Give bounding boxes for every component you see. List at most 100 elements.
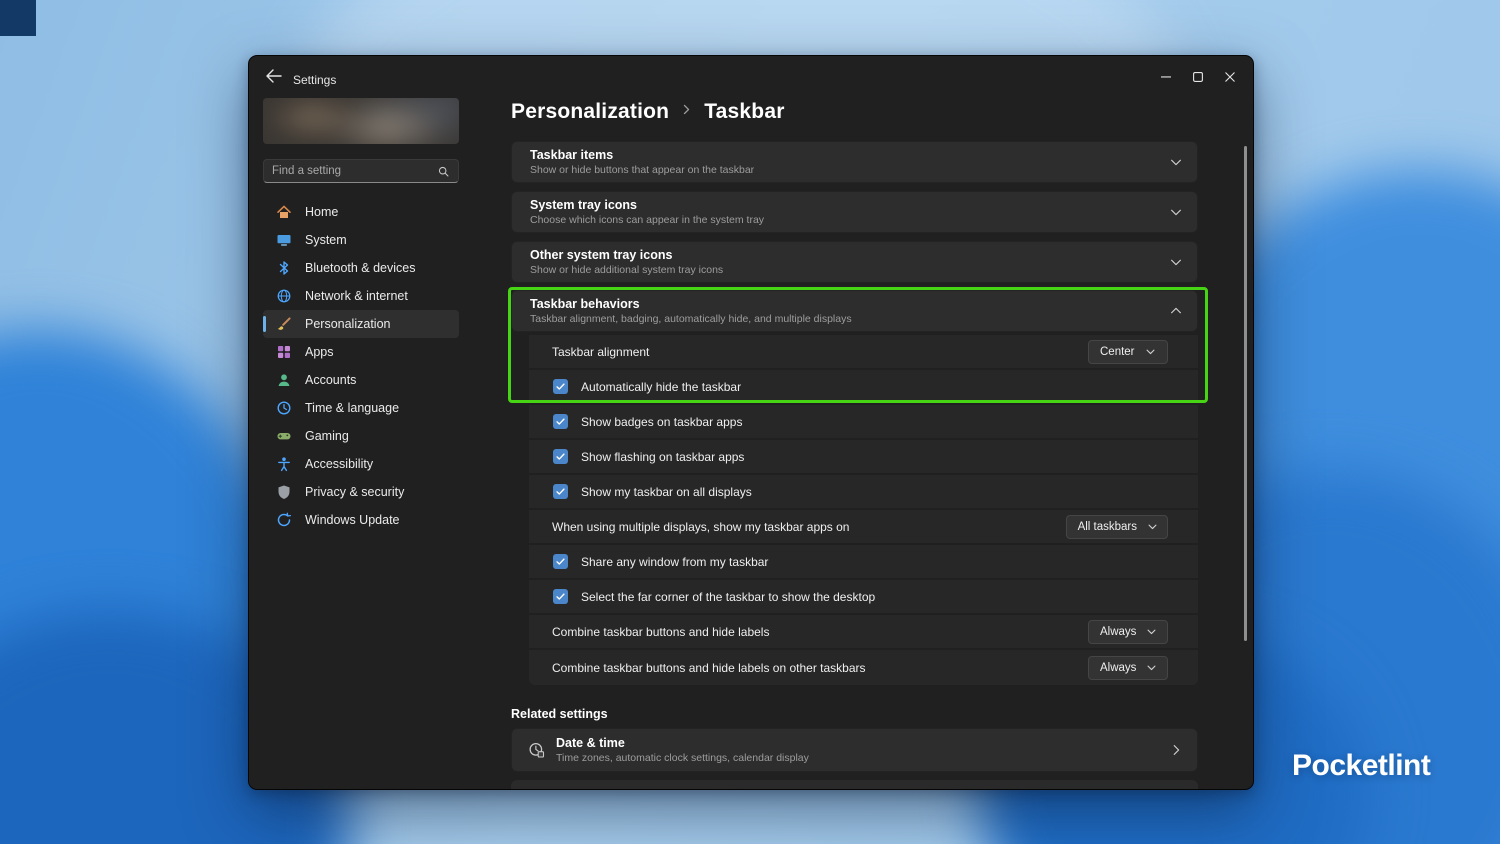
sidebar-item-label: Home — [305, 205, 339, 219]
sidebar-item-label: Apps — [305, 345, 334, 359]
setting-label: Show badges on taskbar apps — [581, 414, 743, 429]
dropdown-value: All taskbars — [1077, 520, 1137, 533]
scrollbar-thumb[interactable] — [1244, 146, 1247, 641]
settings-window: Settings Home — [248, 55, 1254, 790]
card-subtitle: Show or hide buttons that appear on the … — [530, 164, 755, 177]
checkbox-show-badges[interactable] — [553, 414, 568, 429]
dropdown-value: Always — [1100, 661, 1137, 674]
user-profile-blur — [263, 98, 459, 144]
card-subtitle: Taskbar alignment, badging, automaticall… — [530, 313, 852, 326]
sidebar-item-accessibility[interactable]: Accessibility — [263, 450, 459, 478]
sidebar-item-bluetooth-devices[interactable]: Bluetooth & devices — [263, 254, 459, 282]
chevron-down-icon — [1147, 629, 1156, 635]
setting-label: Combine taskbar buttons and hide labels … — [552, 660, 866, 675]
setting-label: Combine taskbar buttons and hide labels — [552, 624, 770, 639]
clock-icon — [276, 400, 292, 416]
card-title: Other system tray icons — [530, 247, 673, 262]
row-auto-hide-taskbar: Automatically hide the taskbar — [529, 370, 1198, 405]
checkmark-icon — [556, 488, 565, 495]
back-arrow-icon — [266, 69, 282, 83]
partial-next-card — [511, 780, 1198, 789]
card-system-tray-icons[interactable]: System tray icons Choose which icons can… — [511, 191, 1198, 233]
sidebar-item-apps[interactable]: Apps — [263, 338, 459, 366]
globe-icon — [276, 288, 292, 304]
search-icon — [437, 165, 450, 178]
back-button[interactable] — [263, 67, 285, 85]
setting-label: Share any window from my taskbar — [581, 554, 769, 569]
game-controller-icon — [276, 428, 292, 444]
card-taskbar-behaviors[interactable]: Taskbar behaviors Taskbar alignment, bad… — [511, 290, 1198, 332]
card-title: Date & time — [556, 735, 625, 750]
chevron-up-icon[interactable] — [1169, 304, 1183, 318]
sidebar-item-label: Accounts — [305, 373, 357, 387]
close-button[interactable] — [1214, 66, 1246, 88]
card-subtitle: Choose which icons can appear in the sys… — [530, 214, 765, 227]
window-title: Settings — [293, 73, 337, 87]
chevron-down-icon — [1146, 349, 1155, 355]
row-combine-buttons-other: Combine taskbar buttons and hide labels … — [529, 650, 1198, 685]
sidebar-nav: Home System Bluetooth & devices Network … — [263, 198, 459, 534]
sidebar-item-label: Gaming — [305, 429, 349, 443]
checkbox-auto-hide[interactable] — [553, 379, 568, 394]
person-icon — [276, 372, 292, 388]
sidebar-item-windows-update[interactable]: Windows Update — [263, 506, 459, 534]
chevron-right-icon — [680, 103, 693, 121]
sidebar-item-label: System — [305, 233, 347, 247]
sidebar-item-system[interactable]: System — [263, 226, 459, 254]
card-title: Taskbar behaviors — [530, 296, 640, 311]
main-content: Personalization Taskbar Taskbar items Sh… — [508, 56, 1208, 789]
checkbox-show-flashing[interactable] — [553, 449, 568, 464]
combine-buttons-dropdown[interactable]: Always — [1088, 619, 1168, 644]
combine-buttons-other-dropdown[interactable]: Always — [1088, 655, 1168, 680]
chevron-down-icon[interactable] — [1169, 205, 1183, 219]
update-arrows-icon — [276, 512, 292, 528]
card-other-system-tray-icons[interactable]: Other system tray icons Show or hide add… — [511, 241, 1198, 283]
wallpaper-corner-square — [0, 0, 36, 36]
user-profile[interactable] — [263, 98, 459, 144]
card-date-time[interactable]: Date & time Time zones, automatic clock … — [511, 728, 1198, 772]
close-icon — [1225, 72, 1235, 82]
sidebar-item-network-internet[interactable]: Network & internet — [263, 282, 459, 310]
sidebar-item-label: Personalization — [305, 317, 391, 331]
apps-grid-icon — [276, 344, 292, 360]
chevron-down-icon[interactable] — [1169, 255, 1183, 269]
card-taskbar-items[interactable]: Taskbar items Show or hide buttons that … — [511, 141, 1198, 183]
checkbox-share-window[interactable] — [553, 554, 568, 569]
setting-label: Automatically hide the taskbar — [581, 379, 742, 394]
related-settings-header: Related settings — [511, 707, 608, 721]
chevron-right-icon[interactable] — [1169, 743, 1183, 757]
row-show-badges: Show badges on taskbar apps — [529, 405, 1198, 440]
setting-label: When using multiple displays, show my ta… — [552, 519, 850, 534]
search-box — [263, 159, 459, 183]
sidebar-item-privacy-security[interactable]: Privacy & security — [263, 478, 459, 506]
checkbox-far-corner[interactable] — [553, 589, 568, 604]
checkmark-icon — [556, 383, 565, 390]
taskbar-behaviors-rows: Taskbar alignment Center Automatically h… — [529, 335, 1198, 685]
multiple-displays-dropdown[interactable]: All taskbars — [1065, 514, 1168, 539]
sidebar-item-time-language[interactable]: Time & language — [263, 394, 459, 422]
taskbar-alignment-dropdown[interactable]: Center — [1088, 339, 1168, 364]
sidebar-item-label: Time & language — [305, 401, 400, 415]
sidebar-item-accounts[interactable]: Accounts — [263, 366, 459, 394]
bluetooth-icon — [276, 260, 292, 276]
sidebar-item-gaming[interactable]: Gaming — [263, 422, 459, 450]
checkmark-icon — [556, 418, 565, 425]
dropdown-value: Center — [1100, 345, 1135, 358]
row-taskbar-all-displays: Show my taskbar on all displays — [529, 475, 1198, 510]
chevron-down-icon — [1148, 524, 1157, 530]
sidebar-item-label: Bluetooth & devices — [305, 261, 416, 275]
card-title: Taskbar items — [530, 147, 614, 162]
chevron-down-icon — [1147, 665, 1156, 671]
chevron-down-icon[interactable] — [1169, 155, 1183, 169]
sidebar-item-personalization[interactable]: Personalization — [263, 310, 459, 338]
row-taskbar-alignment: Taskbar alignment Center — [529, 335, 1198, 370]
personalization-brush-icon — [276, 316, 292, 332]
sidebar-item-label: Accessibility — [305, 457, 374, 471]
checkmark-icon — [556, 558, 565, 565]
setting-label: Select the far corner of the taskbar to … — [581, 589, 876, 604]
checkbox-all-displays[interactable] — [553, 484, 568, 499]
row-combine-buttons: Combine taskbar buttons and hide labels … — [529, 615, 1198, 650]
breadcrumb-parent[interactable]: Personalization — [511, 100, 669, 124]
sidebar-item-home[interactable]: Home — [263, 198, 459, 226]
search-input[interactable] — [264, 165, 437, 177]
